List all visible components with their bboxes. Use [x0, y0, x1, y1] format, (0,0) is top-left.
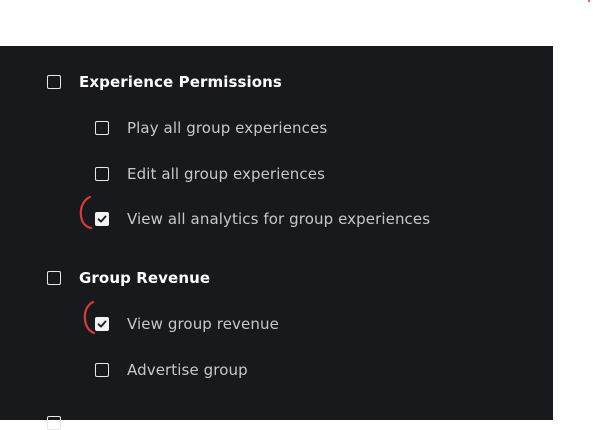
checkbox[interactable]	[95, 363, 109, 377]
checkbox-checked[interactable]	[95, 212, 109, 226]
permission-label: View group revenue	[127, 315, 279, 333]
permission-label: Edit all group experiences	[127, 165, 325, 183]
permission-edit-all-experiences[interactable]: Edit all group experiences	[95, 165, 325, 183]
section-experience-permissions[interactable]: Experience Permissions	[47, 73, 282, 91]
checkbox[interactable]	[47, 271, 61, 285]
permission-label: Advertise group	[127, 361, 248, 379]
checkbox[interactable]	[47, 75, 61, 89]
permissions-panel: Experience Permissions Play all group ex…	[0, 46, 553, 430]
permission-label: Play all group experiences	[127, 119, 328, 137]
checkmark-icon	[97, 215, 107, 223]
annotation-mark	[79, 195, 93, 230]
checkbox[interactable]	[95, 167, 109, 181]
permission-view-analytics[interactable]: View all analytics for group experiences	[95, 210, 430, 228]
permission-label: View all analytics for group experiences	[127, 210, 431, 228]
permission-advertise-group[interactable]: Advertise group	[95, 361, 248, 379]
checkbox[interactable]	[47, 416, 61, 430]
annotation-dot	[588, 0, 590, 2]
section-group-revenue[interactable]: Group Revenue	[47, 269, 210, 287]
section-next-partial[interactable]	[47, 416, 61, 430]
section-header-label: Group Revenue	[79, 269, 211, 287]
permission-view-group-revenue[interactable]: View group revenue	[95, 315, 279, 333]
section-header-label: Experience Permissions	[79, 73, 282, 91]
annotation-mark	[83, 300, 96, 335]
permission-play-all-experiences[interactable]: Play all group experiences	[95, 119, 327, 137]
checkbox[interactable]	[95, 121, 109, 135]
